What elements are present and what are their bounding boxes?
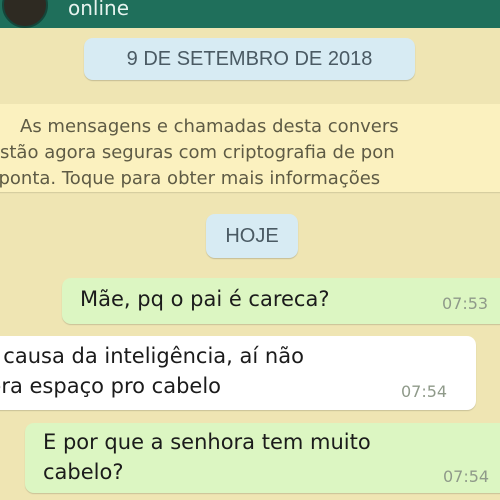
message-text-line-1: r causa da inteligência, aí não [0, 344, 304, 368]
notice-line-3: -ponta. Toque para obter mais informaçõe… [0, 168, 381, 189]
contact-status: online [68, 0, 130, 20]
encryption-notice[interactable]: As mensagens e chamadas desta convers st… [0, 104, 500, 192]
message-text-line-2: cabelo? [43, 460, 124, 484]
message-text-line-1: E por que a senhora tem muito [43, 430, 371, 454]
message-time: 07:54 [401, 382, 448, 401]
message-time: 07:54 [443, 467, 490, 486]
date-divider-label: 9 DE SETEMBRO DE 2018 [126, 47, 373, 70]
today-divider-label: HOJE [225, 224, 279, 247]
date-divider: 9 DE SETEMBRO DE 2018 [84, 38, 415, 80]
contact-avatar[interactable] [2, 0, 48, 28]
notice-line-1: As mensagens e chamadas desta convers [20, 116, 399, 137]
notice-line-2: stão agora seguras com criptografia de p… [0, 142, 395, 163]
chat-header[interactable]: online [0, 0, 500, 28]
message-time: 07:53 [442, 294, 489, 313]
today-divider: HOJE [206, 214, 298, 258]
message-bubble-outgoing[interactable]: Mãe, pq o pai é careca? 07:53 [62, 278, 500, 324]
message-bubble-incoming[interactable]: r causa da inteligência, aí não bra espa… [0, 336, 476, 410]
message-bubble-outgoing[interactable]: E por que a senhora tem muito cabelo? 07… [25, 423, 500, 493]
message-text-line-2: bra espaço pro cabelo [0, 374, 222, 398]
message-text: Mãe, pq o pai é careca? [80, 287, 330, 311]
